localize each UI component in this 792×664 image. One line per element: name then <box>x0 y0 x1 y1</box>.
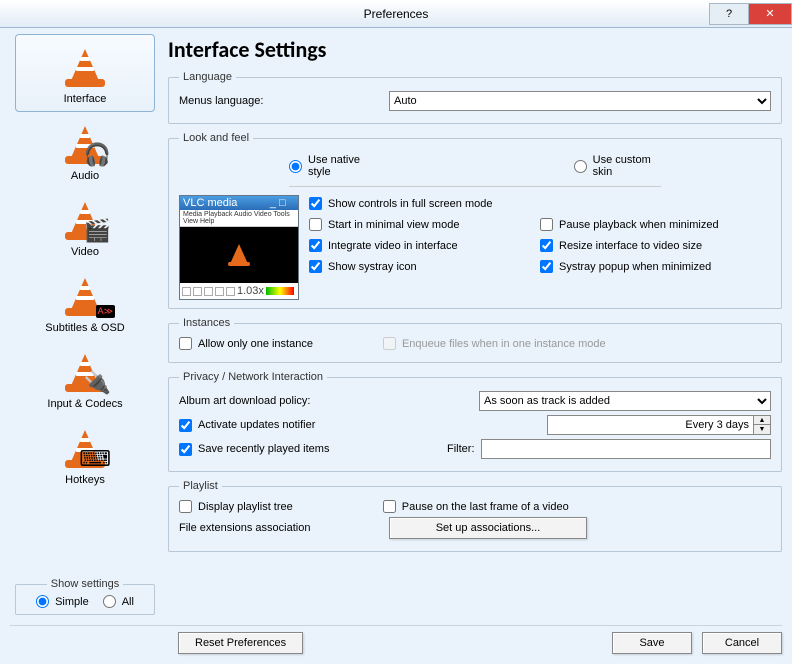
show-settings-all[interactable]: All <box>103 595 134 608</box>
playlist-group: Playlist Display playlist tree Pause on … <box>168 480 782 552</box>
reset-preferences-button[interactable]: Reset Preferences <box>178 632 303 654</box>
cone-icon: A≫ <box>65 276 105 320</box>
look-and-feel-group: Look and feel Use native style Use custo… <box>168 132 782 309</box>
sidebar-item-input-codecs[interactable]: 🔌 Input & Codecs <box>15 340 155 416</box>
look-legend: Look and feel <box>179 132 253 144</box>
help-button[interactable]: ? <box>709 3 749 25</box>
cone-icon: 🎧 <box>65 124 105 168</box>
check-pause-last-frame[interactable]: Pause on the last frame of a video <box>383 500 569 513</box>
filter-label: Filter: <box>447 443 475 455</box>
updates-frequency-input[interactable] <box>547 415 753 435</box>
check-pause-minimized[interactable]: Pause playback when minimized <box>540 218 771 231</box>
cone-icon: 🎬 <box>65 200 105 244</box>
language-group: Language Menus language: Auto <box>168 71 782 124</box>
window-title: Preferences <box>364 7 429 21</box>
menus-language-label: Menus language: <box>179 95 389 107</box>
sidebar-item-video[interactable]: 🎬 Video <box>15 188 155 264</box>
cone-icon <box>65 47 105 91</box>
setup-associations-button[interactable]: Set up associations... <box>389 517 587 539</box>
show-settings-group: Show settings Simple All <box>15 578 155 615</box>
cancel-button[interactable]: Cancel <box>702 632 782 654</box>
custom-skin-radio[interactable]: Use custom skin <box>574 154 661 178</box>
page-title: Interface Settings <box>168 36 782 63</box>
check-updates-notifier[interactable]: Activate updates notifier <box>179 419 479 432</box>
privacy-group: Privacy / Network Interaction Album art … <box>168 371 782 472</box>
sidebar-item-hotkeys[interactable]: ⌨ Hotkeys <box>15 416 155 492</box>
sidebar-item-label: Video <box>71 246 99 258</box>
sidebar-item-label: Interface <box>64 93 107 105</box>
check-fullscreen-controls[interactable]: Show controls in full screen mode <box>309 197 771 210</box>
check-systray-popup[interactable]: Systray popup when minimized <box>540 260 771 273</box>
filter-input[interactable] <box>481 439 772 459</box>
sidebar-item-audio[interactable]: 🎧 Audio <box>15 112 155 188</box>
sidebar-item-label: Subtitles & OSD <box>45 322 124 334</box>
instances-group: Instances Allow only one instance Enqueu… <box>168 317 782 363</box>
check-save-recent[interactable]: Save recently played items <box>179 443 447 456</box>
close-button[interactable]: ✕ <box>748 3 792 25</box>
titlebar: Preferences ? ✕ <box>0 0 792 28</box>
updates-frequency-spinner[interactable]: ▲▼ <box>753 415 771 435</box>
language-legend: Language <box>179 71 236 83</box>
check-one-instance[interactable]: Allow only one instance <box>179 337 313 350</box>
file-ext-label: File extensions association <box>179 522 389 534</box>
sidebar-item-subtitles[interactable]: A≫ Subtitles & OSD <box>15 264 155 340</box>
check-enqueue: Enqueue files when in one instance mode <box>383 337 606 350</box>
playlist-legend: Playlist <box>179 480 222 492</box>
check-playlist-tree[interactable]: Display playlist tree <box>179 500 293 513</box>
footer: Reset Preferences Save Cancel <box>0 628 792 664</box>
check-integrate-video[interactable]: Integrate video in interface <box>309 239 540 252</box>
show-settings-simple[interactable]: Simple <box>36 595 89 608</box>
show-settings-legend: Show settings <box>47 578 123 590</box>
native-style-radio[interactable]: Use native style <box>289 154 374 178</box>
check-systray-icon[interactable]: Show systray icon <box>309 260 540 273</box>
skin-preview: VLC media player_ □ × Media Playback Aud… <box>179 195 299 300</box>
menus-language-select[interactable]: Auto <box>389 91 771 111</box>
check-minimal-view[interactable]: Start in minimal view mode <box>309 218 540 231</box>
privacy-legend: Privacy / Network Interaction <box>179 371 327 383</box>
sidebar-item-label: Hotkeys <box>65 474 105 486</box>
instances-legend: Instances <box>179 317 234 329</box>
cone-icon: ⌨ <box>65 428 105 472</box>
settings-content: Interface Settings Language Menus langua… <box>168 34 782 623</box>
cone-icon: 🔌 <box>65 352 105 396</box>
album-art-select[interactable]: As soon as track is added <box>479 391 771 411</box>
album-art-label: Album art download policy: <box>179 395 479 407</box>
check-resize-interface[interactable]: Resize interface to video size <box>540 239 771 252</box>
sidebar-item-interface[interactable]: Interface <box>15 34 155 112</box>
sidebar-item-label: Input & Codecs <box>47 398 122 410</box>
save-button[interactable]: Save <box>612 632 692 654</box>
category-sidebar: Interface 🎧 Audio 🎬 Video A≫ Subtitles &… <box>10 34 160 623</box>
sidebar-item-label: Audio <box>71 170 99 182</box>
